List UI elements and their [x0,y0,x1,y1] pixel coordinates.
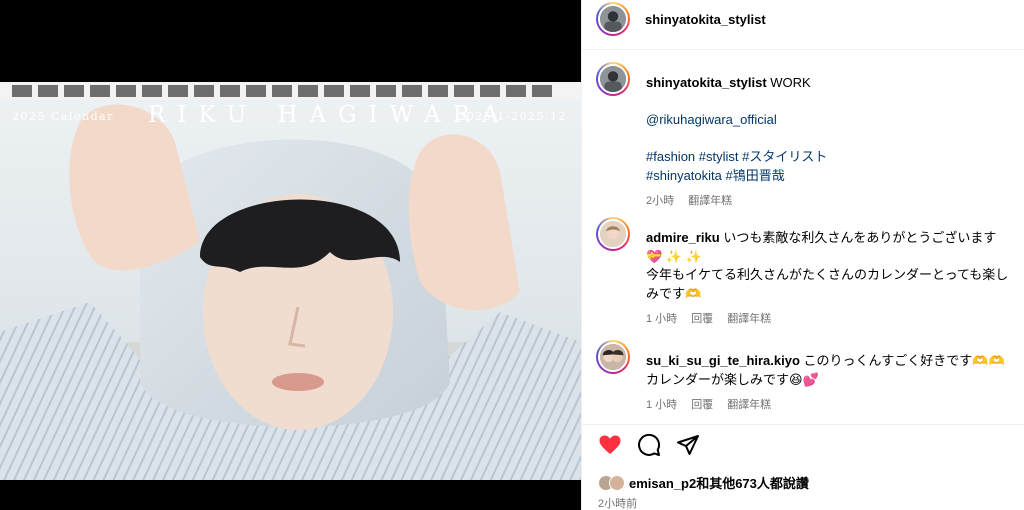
share-icon[interactable] [676,433,700,457]
post-header: shinyatokita_stylist [582,0,1024,50]
comment-time: 1 小時 [646,399,678,411]
calendar-header: 2025 Calendar RIKU HAGIWARA 2025.1-2025.… [0,100,581,134]
translate-button[interactable]: 翻譯年糕 [727,310,771,329]
translate-button[interactable]: 翻譯年糕 [727,396,771,415]
calendar-range: 2025.1-2025.12 [458,110,567,123]
hashtags-line-1[interactable]: #fashion #stylist #スタイリスト [646,149,827,164]
avatar-image [600,344,626,370]
caption-username[interactable]: shinyatokita_stylist [646,75,767,90]
comment-emoji: 💝 ✨ ✨ [646,248,702,264]
post-timestamp: 2小時前 [598,498,638,510]
caption-time: 2小時 [646,195,675,207]
caption-translate[interactable]: 翻譯年糕 [688,192,732,211]
reply-button[interactable]: 回覆 [691,310,713,329]
calendar-year-label: 2025 Calendar [12,110,114,123]
commenter-avatar[interactable] [596,340,630,374]
comment-username[interactable]: su_ki_su_gi_te_hira.kiyo [646,353,800,368]
author-username[interactable]: shinyatokita_stylist [645,12,766,27]
avatar-image [600,66,626,92]
post-photo [0,82,581,480]
portrait-image [0,82,581,480]
commenter-avatar[interactable] [596,217,630,251]
film-perforation [0,82,581,100]
comment-text-2: 今年もイケてる利久さんがたくさんのカレンダーとっても楽しみです🫶 [646,267,1009,301]
comments-list: shinyatokita_stylist WORK @rikuhagiwara_… [582,50,1024,424]
comment-text-2: カレンダーが楽しみです😆💕 [646,371,819,387]
comment-icon[interactable] [637,433,661,457]
post-actions: emisan_p2和其他673人都說讚 2小時前 [582,424,1024,510]
comment-text: このりっくんすごく好きです🫶🫶 [803,353,1005,368]
post-media[interactable]: 2025 Calendar RIKU HAGIWARA 2025.1-2025.… [0,0,581,510]
avatar-image [600,221,626,247]
liker-avatar [609,474,625,491]
hashtags-line-2[interactable]: #shinyatokita #鴇田晋哉 [646,168,785,183]
likes-text: emisan_p2和其他673人都說讚 [629,476,809,491]
likes-summary[interactable]: emisan_p2和其他673人都說讚 [598,473,809,492]
caption-avatar[interactable] [596,62,630,96]
post-side-panel: shinyatokita_stylist shinyatokita_stylis… [581,0,1024,510]
comment-username[interactable]: admire_riku [646,230,720,245]
avatar-image [600,6,626,32]
author-avatar[interactable] [596,2,630,36]
mention-link[interactable]: @rikuhagiwara_official [646,112,777,127]
comment-text: いつも素敵な利久さんをありがとうございます [723,230,997,245]
caption-text: WORK [770,75,811,90]
comment-time: 1 小時 [646,313,678,325]
calendar-title: RIKU HAGIWARA [148,102,511,128]
reply-button[interactable]: 回覆 [691,396,713,415]
heart-icon[interactable] [598,433,622,457]
